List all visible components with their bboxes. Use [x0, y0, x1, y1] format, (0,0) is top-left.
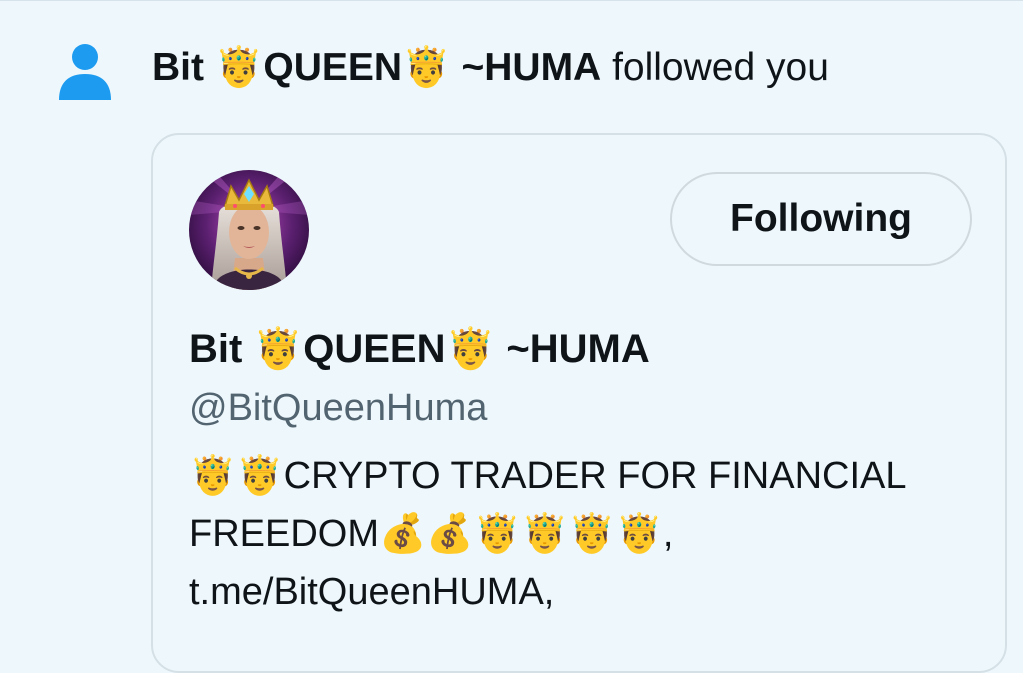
notification-user-name[interactable]: Bit 🤴QUEEN🤴 ~HUMA: [152, 46, 601, 89]
notification-action: followed you: [612, 46, 829, 89]
notification-text: Bit 🤴QUEEN🤴 ~HUMA followed you: [152, 44, 829, 92]
follow-notification[interactable]: Bit 🤴QUEEN🤴 ~HUMA followed you: [0, 0, 1023, 130]
user-avatar[interactable]: [189, 170, 309, 290]
user-bio: 🤴🤴CRYPTO TRADER FOR FINANCIAL FREEDOM💰💰🤴…: [189, 455, 906, 613]
user-display-name[interactable]: Bit 🤴QUEEN🤴 ~HUMA: [189, 325, 650, 373]
user-handle[interactable]: @BitQueenHuma: [189, 385, 487, 431]
following-button[interactable]: Following: [670, 172, 972, 266]
person-icon: [57, 42, 113, 102]
user-card[interactable]: Following Bit 🤴QUEEN🤴 ~HUMA @BitQueenHum…: [151, 133, 1007, 673]
